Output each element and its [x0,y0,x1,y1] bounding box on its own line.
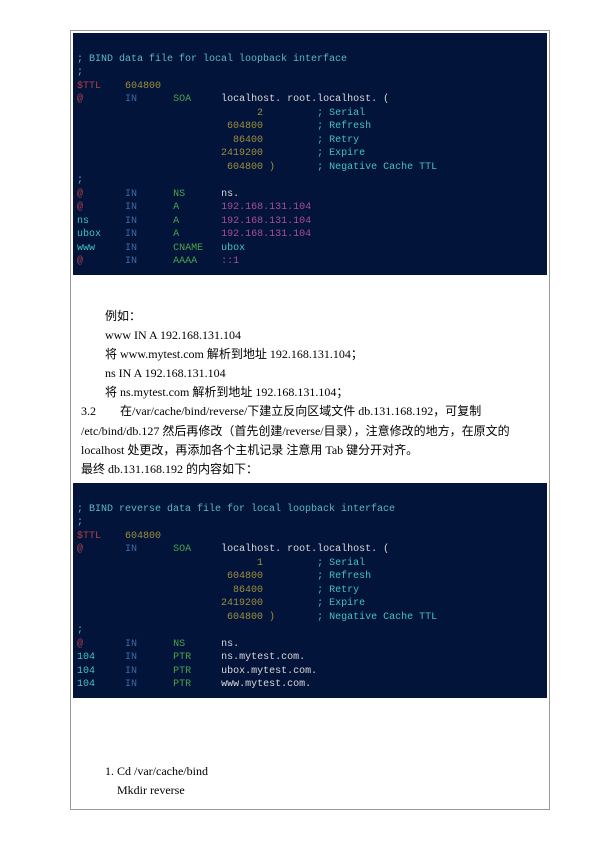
negcache: 604800 ) [227,612,275,623]
blank-line: ; [77,517,83,528]
rec-name: 104 [77,666,95,677]
example-record-www: www IN A 192.168.131.104 [81,326,539,345]
soa-origin: @ [77,544,83,555]
serial: 2 [257,108,263,119]
rec-value: 192.168.131.104 [221,216,311,227]
rec-value: 192.168.131.104 [221,229,311,240]
rec-value: ns.mytest.com. [221,652,305,663]
soa-type: SOA [173,94,191,105]
example-label: 例如： [81,307,539,326]
negcache-comment: ; Negative Cache TTL [317,612,437,623]
rec-value: ns. [221,639,239,650]
cmd-cd: 1. Cd /var/cache/bind [81,762,539,781]
example-explain-ns: 将 ns.mytest.com 解析到地址 192.168.131.104； [81,383,539,402]
section-text-cont: /etc/bind/db.127 然后再修改（首先创建/reverse/目录），… [81,422,539,460]
soa-rname: root.localhost. ( [287,544,389,555]
rec-type: PTR [173,679,191,690]
terminal-forward-zone: ; BIND data file for local loopback inte… [73,33,547,275]
zone-comment: ; BIND data file for local loopback inte… [77,54,347,65]
commands-block: 1. Cd /var/cache/bind Mkdir reverse [73,758,547,804]
rec-name: 104 [77,679,95,690]
example-explain-www: 将 www.mytest.com 解析到地址 192.168.131.104； [81,345,539,364]
soa-origin: @ [77,94,83,105]
ttl-directive: $TTL [77,531,101,542]
soa-rname: root.localhost. ( [287,94,389,105]
expire: 2419200 [221,148,263,159]
rec-type: A [173,216,179,227]
blank-line: ; [77,625,83,636]
rec-name: @ [77,639,83,650]
rec-class: IN [125,679,137,690]
rec-class: IN [125,243,137,254]
rec-value: ns. [221,189,239,200]
section-number: 3.2 [81,404,96,418]
rec-name: ns [77,216,89,227]
blank-line: ; [77,175,83,186]
rec-class: IN [125,652,137,663]
rec-name: 104 [77,652,95,663]
rec-value: www.mytest.com. [221,679,311,690]
explanation-block-1: 例如： www IN A 192.168.131.104 将 www.mytes… [73,303,547,484]
rec-value: ubox [221,243,245,254]
example-record-ns: ns IN A 192.168.131.104 [81,364,539,383]
expire-comment: ; Expire [317,148,365,159]
refresh: 604800 [227,121,263,132]
serial: 1 [257,558,263,569]
rec-type: PTR [173,666,191,677]
soa-class: IN [125,544,137,555]
rec-class: IN [125,639,137,650]
document-page: ; BIND data file for local loopback inte… [70,30,550,810]
soa-type: SOA [173,544,191,555]
rec-name: ubox [77,229,101,240]
zone-comment: ; BIND reverse data file for local loopb… [77,504,395,515]
soa-mname: localhost. [221,94,281,105]
retry-comment: ; Retry [317,585,359,596]
cmd-mkdir: Mkdir reverse [81,781,539,800]
refresh-comment: ; Refresh [317,571,371,582]
rec-class: IN [125,256,137,267]
rec-type: PTR [173,652,191,663]
rec-name: @ [77,189,83,200]
result-label: 最终 db.131.168.192 的内容如下： [81,460,539,479]
soa-class: IN [125,94,137,105]
expire: 2419200 [221,598,263,609]
section-text: 在/var/cache/bind/reverse/下建立反向区域文件 db.13… [120,404,481,418]
ttl-value: 604800 [125,531,161,542]
rec-class: IN [125,229,137,240]
retry: 86400 [233,585,263,596]
blank-line: ; [77,67,83,78]
ttl-directive: $TTL [77,81,101,92]
rec-type: A [173,229,179,240]
negcache: 604800 ) [227,162,275,173]
rec-class: IN [125,216,137,227]
terminal-reverse-zone: ; BIND reverse data file for local loopb… [73,483,547,698]
rec-type: NS [173,639,185,650]
rec-class: IN [125,202,137,213]
refresh-comment: ; Refresh [317,121,371,132]
rec-type: A [173,202,179,213]
rec-value: ubox.mytest.com. [221,666,317,677]
rec-name: @ [77,202,83,213]
rec-type: AAAA [173,256,197,267]
rec-value: ::1 [221,256,239,267]
rec-name: @ [77,256,83,267]
rec-class: IN [125,189,137,200]
negcache-comment: ; Negative Cache TTL [317,162,437,173]
refresh: 604800 [227,571,263,582]
rec-value: 192.168.131.104 [221,202,311,213]
soa-mname: localhost. [221,544,281,555]
rec-type: CNAME [173,243,203,254]
section-3-2: 3.2 在/var/cache/bind/reverse/下建立反向区域文件 d… [81,402,539,421]
retry-comment: ; Retry [317,135,359,146]
rec-class: IN [125,666,137,677]
rec-type: NS [173,189,185,200]
expire-comment: ; Expire [317,598,365,609]
serial-comment: ; Serial [317,108,365,119]
retry: 86400 [233,135,263,146]
rec-name: www [77,243,95,254]
ttl-value: 604800 [125,81,161,92]
serial-comment: ; Serial [317,558,365,569]
